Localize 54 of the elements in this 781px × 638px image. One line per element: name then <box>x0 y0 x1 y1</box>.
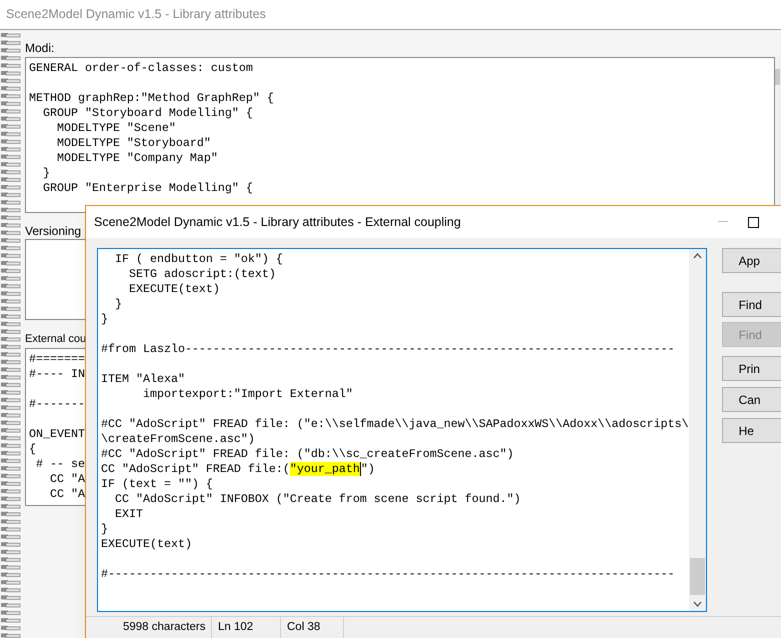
window-title: Scene2Model Dynamic v1.5 - Library attributes <box>6 6 266 24</box>
scroll-thumb[interactable] <box>690 558 705 595</box>
code-line: MODELTYPE "Storyboard" <box>56 136 211 150</box>
code-line: ITEM "Alexa" <box>101 372 185 386</box>
scroll-thumb[interactable] <box>775 69 780 85</box>
code-line: SETG adoscript:(text) <box>128 267 276 281</box>
code-line: { <box>29 442 36 456</box>
status-text: Col 38 <box>287 621 320 633</box>
code-line: MODELTYPE "Company Map" <box>56 151 218 165</box>
status-text: 5998 characters <box>123 621 206 633</box>
code-line: GENERAL order-of-classes: custom <box>29 61 253 75</box>
code-line: EXECUTE(text) <box>101 537 192 551</box>
code-line: CC "AdoScript" FREAD file:("your_path") <box>101 462 375 476</box>
code-line: #--------------------------------------------------------------------------------- <box>101 567 675 581</box>
code-line: } <box>101 522 108 536</box>
scroll-up-icon <box>692 253 702 259</box>
field-label: Versioning <box>25 223 82 239</box>
code-line: } <box>114 297 122 311</box>
code-line: CC "A <box>48 472 85 486</box>
dialog-button[interactable]: He <box>722 418 781 443</box>
scrollbar[interactable] <box>688 249 706 611</box>
maximize-icon <box>748 216 758 228</box>
text-area[interactable]: GENERAL order-of-classes: custom METHOD graphRep:"Method GraphRep" { GROUP "Storyboard Modelling" { MODELTYPE "Scene" MODELTYPE "Storyboard" MODELTYPE "Company Map" } GROUP "Enterprise Modelling" { <box>25 57 776 213</box>
code-line: } <box>101 312 108 326</box>
code-line: #CC "AdoScript" FREAD file: ("db:\\sc_createFromScene.asc") <box>101 447 514 461</box>
code-line: MODELTYPE "Scene" <box>56 121 176 135</box>
code-line: \createFromScene.asc") <box>101 432 255 446</box>
code-line: GROUP "Enterprise Modelling" { <box>42 181 253 195</box>
code-line: #======= <box>29 352 85 366</box>
status-text: Ln 102 <box>218 621 254 633</box>
code-line: METHOD graphRep:"Method GraphRep" { <box>29 91 274 105</box>
code-line: CC "A <box>48 487 85 501</box>
code-line: #------- <box>29 397 85 411</box>
code-line: CC "AdoScript" INFOBOX ("Create from scene script found.") <box>114 492 521 506</box>
dialog-button[interactable]: Prin <box>722 356 781 381</box>
code-line: importexport:"Import External" <box>142 387 353 401</box>
code-line: ON_EVENT <box>29 427 85 441</box>
dialog-button[interactable]: App <box>722 248 781 273</box>
code-line: #from Laszlo---------------------------------------------------------------------- <box>101 342 675 356</box>
minimize-icon <box>718 221 728 223</box>
code-line: IF ( endbutton = "ok") { <box>114 252 283 266</box>
dialog-button[interactable]: Can <box>722 387 781 412</box>
scroll-down-icon <box>692 601 702 607</box>
code-line: IF (text = "") { <box>101 477 213 491</box>
code-line: #CC "AdoScript" FREAD file: ("e:\\selfmade\\java_new\\SAPadoxxWS\\Adoxx\\adoscripts\ <box>101 417 689 431</box>
window-title: Scene2Model Dynamic v1.5 - Library attributes - External coupling <box>94 214 461 231</box>
code-line: EXECUTE(text) <box>128 282 220 296</box>
code-line: # -- se <box>34 457 85 471</box>
code-line: EXIT <box>114 507 143 521</box>
code-line: } <box>42 166 50 180</box>
code-line: #---- IN <box>29 367 85 381</box>
field-label: Modi: <box>25 40 54 56</box>
code-line: GROUP "Storyboard Modelling" { <box>42 106 253 120</box>
dialog-button[interactable]: Find <box>722 292 781 317</box>
